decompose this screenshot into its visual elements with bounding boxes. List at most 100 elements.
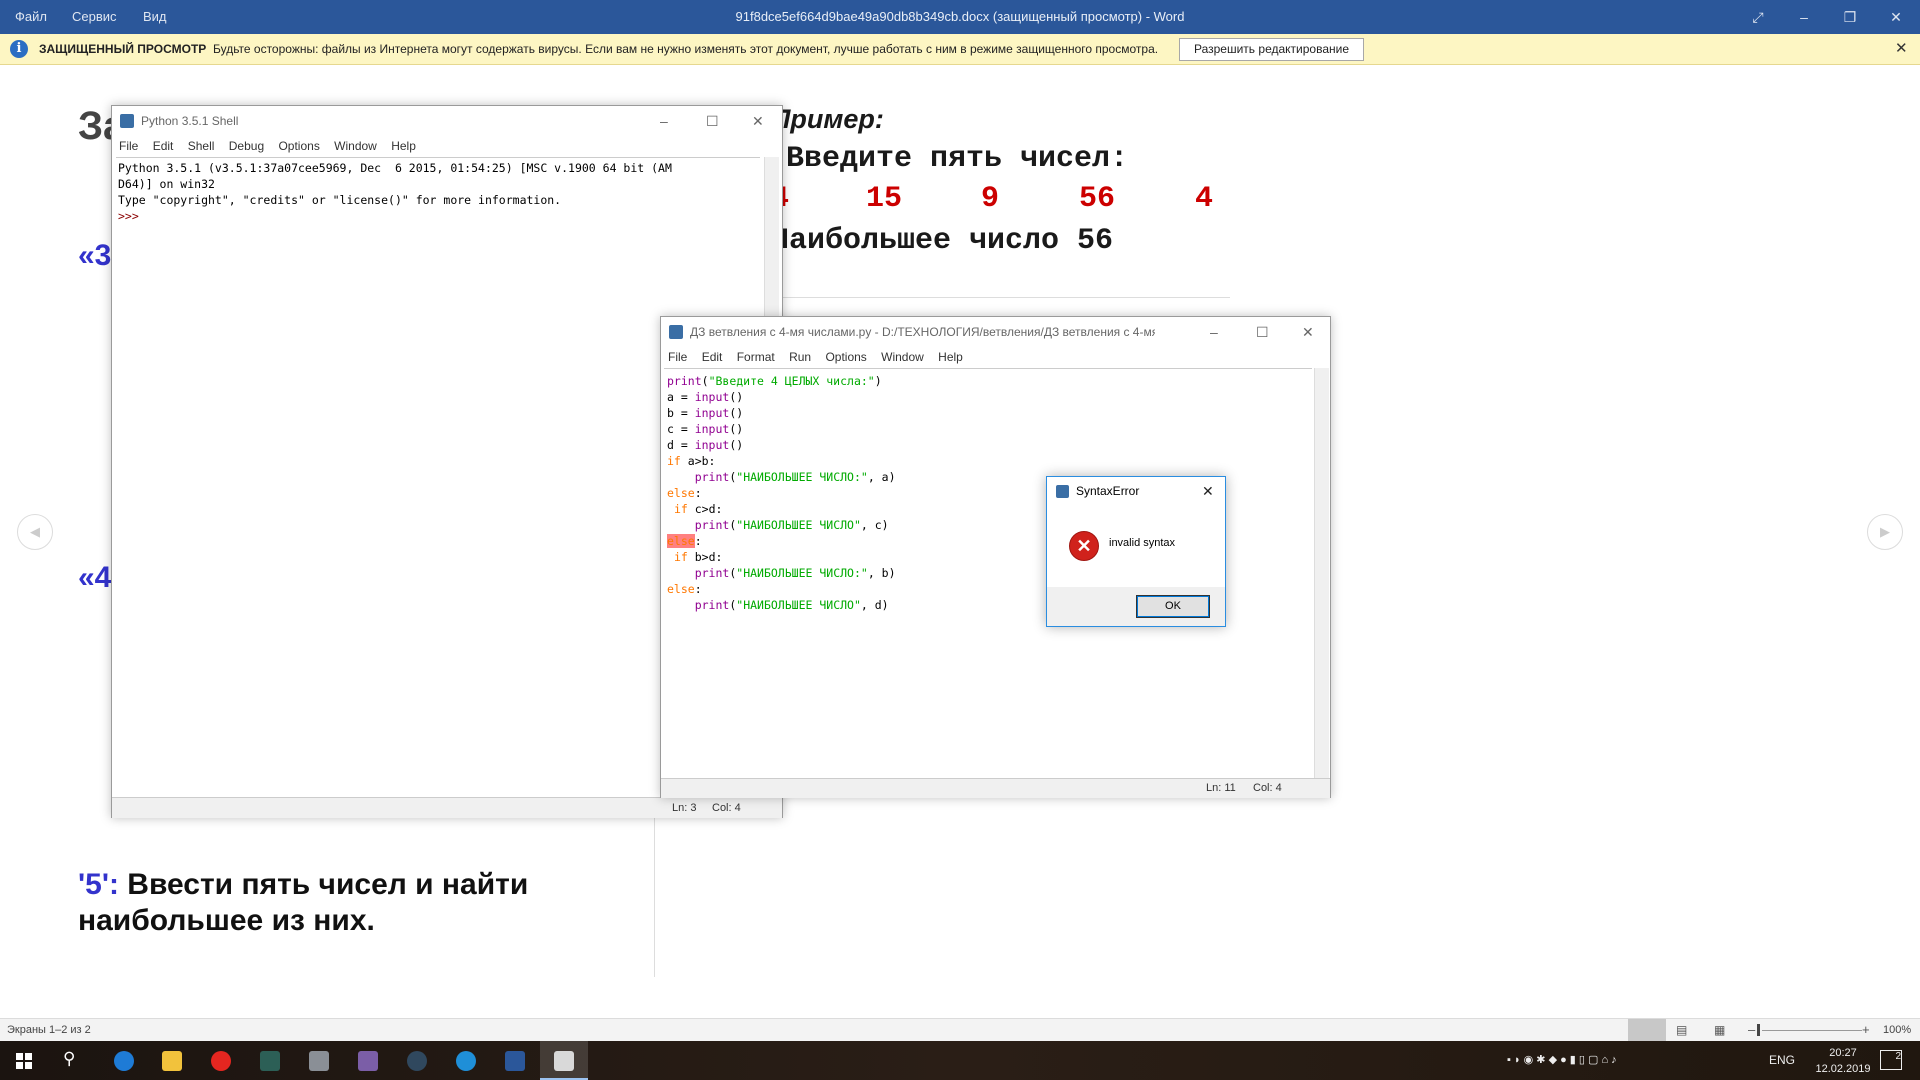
clock[interactable]: 20:27 12.02.2019 bbox=[1806, 1045, 1880, 1077]
shell-menu-debug[interactable]: Debug bbox=[229, 139, 264, 153]
shell-menu-file[interactable]: File bbox=[119, 139, 138, 153]
terminal-app-icon[interactable] bbox=[246, 1041, 294, 1080]
protected-view-bar: i ЗАЩИЩЕННЫЙ ПРОСМОТР Будьте осторожны: … bbox=[0, 34, 1920, 65]
zoom-level[interactable]: 100% bbox=[1883, 1024, 1911, 1036]
shell-maximize-icon[interactable]: ☐ bbox=[706, 106, 719, 136]
shell-prompt[interactable]: >>> bbox=[118, 208, 760, 224]
yandex-browser-icon[interactable] bbox=[197, 1041, 245, 1080]
shell-menu-options[interactable]: Options bbox=[278, 139, 319, 153]
print-layout-icon[interactable]: ▤ bbox=[1676, 1023, 1687, 1037]
close-icon[interactable]: ✕ bbox=[1873, 0, 1919, 34]
clock-date: 12.02.2019 bbox=[1815, 1063, 1871, 1075]
window-title: 91f8dce5ef664d9bae49a90db8b349cb.docx (з… bbox=[735, 9, 1185, 24]
restore-icon[interactable]: ❐ bbox=[1827, 0, 1873, 34]
menu-file[interactable]: Файл bbox=[15, 0, 47, 34]
editor-minimize-icon[interactable]: – bbox=[1210, 317, 1218, 347]
shell-minimize-icon[interactable]: – bbox=[660, 106, 668, 136]
page-divider bbox=[654, 815, 655, 977]
task5-line2: наибольшее из них. bbox=[78, 904, 375, 937]
editor-menu-file[interactable]: File bbox=[668, 350, 687, 364]
editor-menu-run[interactable]: Run bbox=[789, 350, 811, 364]
divider bbox=[780, 297, 1230, 298]
task5-grade: '5': bbox=[78, 868, 119, 901]
start-button[interactable] bbox=[0, 1041, 48, 1080]
protected-view-label: ЗАЩИЩЕННЫЙ ПРОСМОТР bbox=[39, 42, 207, 56]
editor-menu-edit[interactable]: Edit bbox=[702, 350, 723, 364]
editor-menu-window[interactable]: Window bbox=[881, 350, 924, 364]
zoom-in-icon[interactable]: + bbox=[1862, 1022, 1870, 1037]
ok-button[interactable]: OK bbox=[1136, 595, 1210, 618]
editor-maximize-icon[interactable]: ☐ bbox=[1256, 317, 1269, 347]
page-count: Экраны 1–2 из 2 bbox=[7, 1024, 91, 1036]
shell-status-col: Col: 4 bbox=[712, 802, 741, 814]
shell-title-bar: Python 3.5.1 Shell – ☐ ✕ bbox=[112, 106, 782, 136]
syntax-error-dialog: SyntaxError ✕ ✕ invalid syntax OK bbox=[1046, 476, 1226, 627]
menu-view[interactable]: Вид bbox=[143, 0, 167, 34]
tray-icons[interactable]: ▪ ◗ ◉ ✱ ◆ ● ▮ ▯ ▢ ⌂ ♪ bbox=[1507, 1053, 1617, 1066]
photos-app-icon[interactable] bbox=[295, 1041, 343, 1080]
shell-menu-edit[interactable]: Edit bbox=[153, 139, 174, 153]
error-icon: ✕ bbox=[1069, 531, 1099, 561]
shell-close-icon[interactable]: ✕ bbox=[752, 106, 764, 136]
example-result: Наибольшее число 56 bbox=[771, 224, 1114, 258]
protected-close-icon[interactable]: ✕ bbox=[1895, 34, 1908, 64]
prev-screen-button[interactable]: ◀ bbox=[17, 514, 53, 550]
file-explorer-icon[interactable] bbox=[148, 1041, 196, 1080]
shell-text: Python 3.5.1 (v3.5.1:37a07cee5969, Dec 6… bbox=[116, 158, 760, 224]
dialog-close-icon[interactable]: ✕ bbox=[1202, 477, 1214, 505]
number-item: 15 bbox=[866, 182, 903, 216]
protected-view-message: Будьте осторожны: файлы из Интернета мог… bbox=[213, 42, 1159, 56]
python-icon bbox=[120, 114, 134, 128]
syntax-error-highlight: else bbox=[667, 534, 695, 548]
word-taskbar-icon[interactable] bbox=[491, 1041, 539, 1080]
menu-service[interactable]: Сервис bbox=[72, 0, 117, 34]
fullscreen-icon[interactable]: ⤢ bbox=[1735, 0, 1781, 34]
search-icon[interactable]: ⚲ bbox=[48, 1041, 96, 1080]
task5-text: '5': Ввести пять чисел и найти наибольше… bbox=[78, 867, 528, 939]
web-layout-icon[interactable]: ▦ bbox=[1714, 1023, 1725, 1037]
example-prompt: Введите пять чисел: bbox=[786, 142, 1129, 176]
zoom-slider-thumb[interactable] bbox=[1757, 1024, 1760, 1036]
messenger-icon[interactable] bbox=[344, 1041, 392, 1080]
quote-3-fragment: «3 bbox=[78, 239, 112, 272]
python-taskbar-icon[interactable] bbox=[540, 1041, 588, 1080]
zoom-slider[interactable] bbox=[1762, 1030, 1862, 1031]
editor-status-bar: Col: 4 Ln: 11 bbox=[661, 778, 1330, 798]
editor-menu-help[interactable]: Help bbox=[938, 350, 963, 364]
next-screen-button[interactable]: ▶ bbox=[1867, 514, 1903, 550]
dialog-title: SyntaxError bbox=[1076, 484, 1140, 498]
shell-menu-shell[interactable]: Shell bbox=[188, 139, 215, 153]
editor-close-icon[interactable]: ✕ bbox=[1302, 317, 1314, 347]
shell-menu-bar: File Edit Shell Debug Options Window Hel… bbox=[112, 136, 782, 156]
read-mode-icon[interactable] bbox=[1628, 1019, 1666, 1042]
language-indicator[interactable]: ENG bbox=[1769, 1053, 1795, 1067]
word-title-bar: Файл Сервис Вид 91f8dce5ef664d9bae49a90d… bbox=[0, 0, 1920, 34]
editor-status-ln: Ln: 11 bbox=[1206, 782, 1236, 794]
editor-menu-format[interactable]: Format bbox=[737, 350, 775, 364]
shell-status-bar: Col: 4 Ln: 3 bbox=[112, 797, 782, 818]
browser-app-icon[interactable] bbox=[442, 1041, 490, 1080]
shell-status-ln: Ln: 3 bbox=[672, 802, 697, 814]
quote-4-fragment: «4 bbox=[78, 561, 112, 594]
number-item: 9 bbox=[981, 182, 1000, 216]
dialog-message: invalid syntax bbox=[1109, 537, 1176, 549]
editor-title-bar: ДЗ ветвления с 4-мя числами.py - D:/ТЕХН… bbox=[661, 317, 1330, 347]
zoom-out-icon[interactable]: – bbox=[1748, 1022, 1755, 1037]
clock-time: 20:27 bbox=[1829, 1047, 1857, 1059]
edge-icon[interactable] bbox=[100, 1041, 148, 1080]
dialog-python-icon bbox=[1056, 485, 1069, 498]
editor-menu-bar: File Edit Format Run Options Window Help bbox=[661, 347, 1330, 367]
notification-center-icon[interactable]: 2 bbox=[1880, 1050, 1902, 1070]
editor-window: ДЗ ветвления с 4-мя числами.py - D:/ТЕХН… bbox=[660, 316, 1331, 798]
shell-menu-window[interactable]: Window bbox=[334, 139, 377, 153]
word-status-bar: Экраны 1–2 из 2 ▤ ▦ – + 100% bbox=[0, 1018, 1920, 1042]
editor-status-col: Col: 4 bbox=[1253, 782, 1282, 794]
editor-menu-options[interactable]: Options bbox=[825, 350, 866, 364]
editor-scrollbar[interactable] bbox=[1314, 368, 1329, 778]
steam-icon[interactable] bbox=[393, 1041, 441, 1080]
enable-editing-button[interactable]: Разрешить редактирование bbox=[1179, 38, 1364, 61]
editor-title: ДЗ ветвления с 4-мя числами.py - D:/ТЕХН… bbox=[690, 325, 1155, 339]
minimize-icon[interactable]: – bbox=[1781, 0, 1827, 34]
python-file-icon bbox=[669, 325, 683, 339]
shell-menu-help[interactable]: Help bbox=[391, 139, 416, 153]
